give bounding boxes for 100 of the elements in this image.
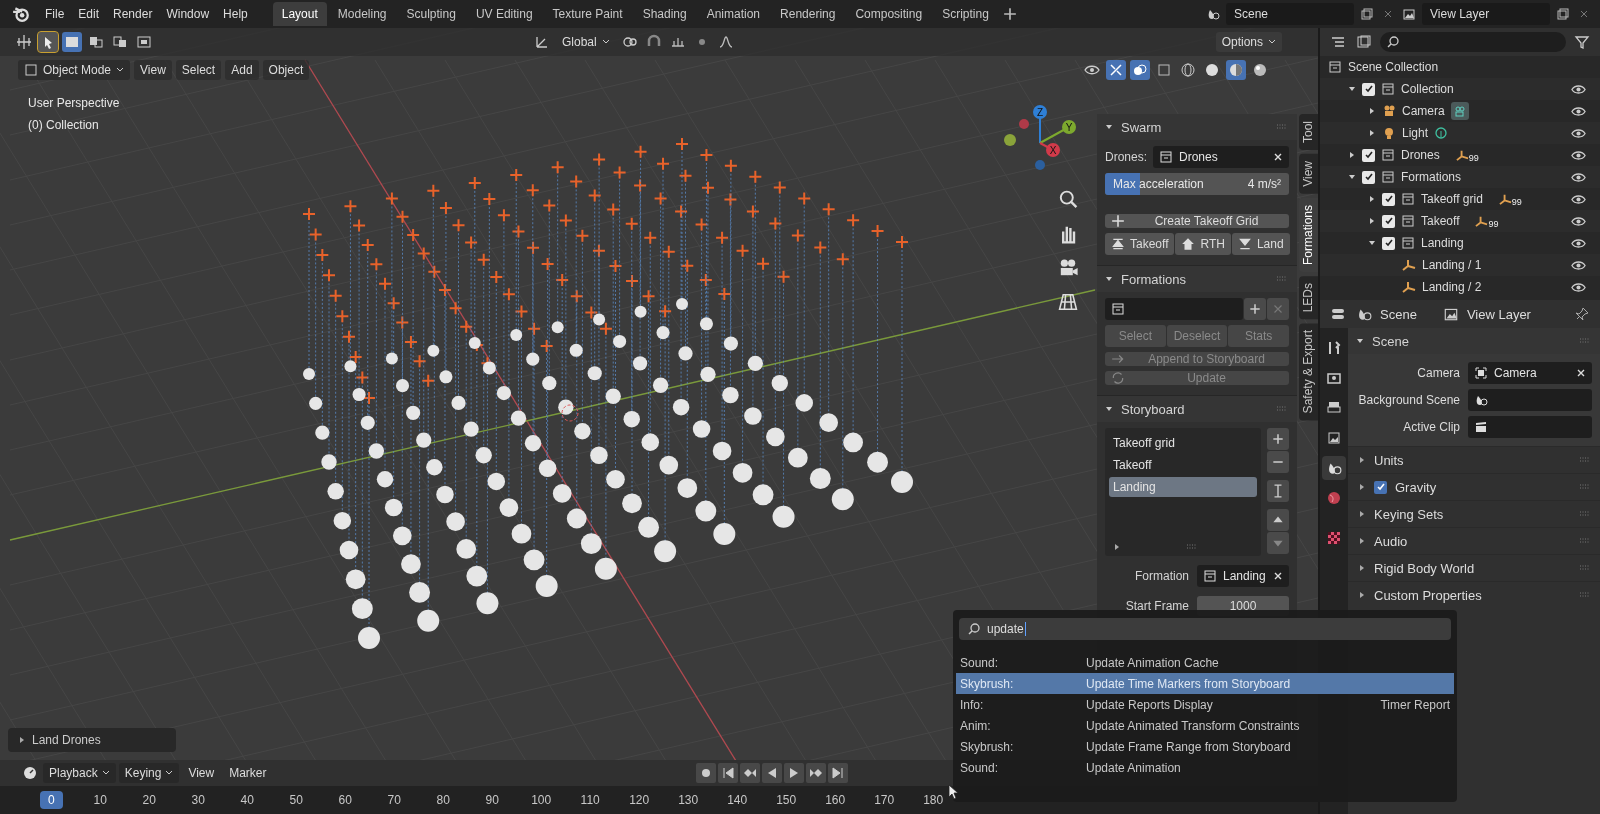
resize-handle-icon[interactable] — [1185, 544, 1199, 550]
play-reverse-icon[interactable] — [761, 763, 782, 783]
drag-handle-icon[interactable] — [1578, 484, 1592, 490]
outliner-item-label[interactable]: Landing — [1421, 236, 1464, 250]
search-result[interactable]: Info: Update Reports Display Timer Report — [956, 694, 1454, 715]
subpanel-title[interactable]: Rigid Body World — [1374, 560, 1475, 576]
expand-arrow-icon[interactable] — [1105, 405, 1113, 413]
add-workspace-icon[interactable] — [1002, 7, 1017, 21]
checkbox[interactable] — [1374, 480, 1387, 494]
menu-item[interactable]: File — [38, 4, 72, 24]
property-field[interactable] — [1468, 416, 1592, 438]
transform-tool-icon[interactable] — [14, 32, 34, 52]
sidebar-tab[interactable]: Tool — [1299, 114, 1318, 150]
expand-arrow-icon[interactable] — [1358, 483, 1366, 491]
subpanel-title[interactable]: Units — [1374, 452, 1404, 468]
menu-item[interactable]: Edit — [71, 4, 107, 24]
checkbox[interactable] — [1362, 82, 1375, 96]
sidebar-tab[interactable]: Safety & Export — [1299, 323, 1318, 421]
outliner-item-label[interactable]: Light — [1402, 126, 1429, 140]
timeline-menu[interactable]: Keying — [118, 763, 180, 783]
expand-arrow-icon[interactable] — [1358, 564, 1366, 572]
expand-arrow-icon[interactable] — [1348, 151, 1356, 159]
swarm-action-button[interactable]: Takeoff — [1105, 233, 1175, 255]
expand-arrow-icon[interactable] — [1368, 195, 1376, 203]
wireframe-shading-icon[interactable] — [1178, 60, 1198, 80]
checkbox[interactable] — [1382, 236, 1395, 250]
workspace-tab[interactable]: Layout — [272, 2, 327, 26]
move-down-icon[interactable] — [1267, 532, 1289, 554]
navigation-gizmo[interactable]: Z Y X — [995, 98, 1085, 188]
sidebar-tab[interactable]: LEDs — [1299, 275, 1318, 320]
close-icon[interactable] — [1383, 9, 1393, 19]
drag-handle-icon[interactable] — [1275, 124, 1289, 130]
workspace-tab[interactable]: Rendering — [771, 2, 845, 26]
property-field[interactable]: Camera — [1468, 362, 1592, 384]
clear-icon[interactable] — [1576, 368, 1586, 378]
search-field[interactable]: update — [959, 618, 1451, 640]
outliner-item-label[interactable]: Scene Collection — [1348, 60, 1439, 74]
drag-handle-icon[interactable] — [1578, 457, 1592, 463]
copy-icon[interactable] — [1360, 7, 1374, 21]
expand-arrow-icon[interactable] — [1348, 85, 1356, 93]
workspace-tab[interactable]: Compositing — [846, 2, 932, 26]
formation-field[interactable]: Landing — [1197, 565, 1289, 587]
expand-arrow-icon[interactable] — [1368, 239, 1376, 247]
storyboard-item[interactable]: Landing — [1109, 477, 1257, 497]
formation-selector-field[interactable] — [1105, 298, 1243, 320]
expand-arrow-icon[interactable] — [1358, 591, 1366, 599]
drag-handle-icon[interactable] — [1275, 276, 1289, 282]
workspace-tab[interactable]: Animation — [697, 2, 770, 26]
remove-icon[interactable] — [1267, 451, 1289, 473]
outliner-item-label[interactable]: Takeoff — [1421, 214, 1460, 228]
menu-item[interactable]: Window — [159, 4, 217, 24]
scene-icon[interactable] — [1322, 456, 1346, 480]
clear-icon[interactable] — [1273, 571, 1283, 581]
expand-arrow-icon[interactable] — [1368, 129, 1376, 137]
storyboard-item[interactable]: Takeoff — [1109, 455, 1257, 475]
mode-dropdown[interactable]: Object Mode — [18, 60, 131, 80]
orientation-dropdown[interactable]: Global — [556, 32, 616, 52]
gizmo-toggle-icon[interactable] — [1106, 60, 1126, 80]
viewport-menu[interactable]: View — [134, 60, 172, 80]
checkbox[interactable] — [1362, 148, 1375, 162]
drag-handle-icon[interactable] — [1578, 592, 1592, 598]
workspace-tab[interactable]: Modeling — [328, 2, 396, 26]
light-data-icon[interactable] — [1434, 126, 1449, 140]
search-result[interactable]: Sound: Update Animation Cache — [956, 652, 1454, 673]
select-box-icon[interactable] — [62, 32, 82, 52]
previous-keyframe-icon[interactable] — [739, 763, 760, 783]
create-takeoff-grid-button[interactable]: Create Takeoff Grid — [1105, 214, 1289, 228]
swarm-action-button[interactable]: RTH — [1175, 233, 1231, 255]
material-shading-icon[interactable] — [1226, 60, 1246, 80]
expand-arrow-icon[interactable] — [1356, 337, 1364, 345]
viewport-menu[interactable]: Add — [225, 60, 259, 80]
workspace-tab[interactable]: Sculpting — [397, 2, 465, 26]
jump-end-icon[interactable] — [827, 763, 848, 783]
overlay-toggle-icon[interactable] — [1130, 60, 1150, 80]
search-field[interactable] — [1380, 32, 1566, 52]
outliner-item-label[interactable]: Camera — [1402, 104, 1445, 118]
breadcrumb-label[interactable]: Scene — [1380, 306, 1417, 322]
property-field[interactable] — [1468, 389, 1592, 411]
menu-item[interactable]: Help — [216, 4, 255, 24]
checkbox[interactable] — [1382, 192, 1395, 206]
expand-arrow-icon[interactable] — [1368, 107, 1376, 115]
outliner-item-label[interactable]: Landing / 2 — [1422, 280, 1482, 294]
search-result[interactable]: Skybrush: Update Time Markers from Storyboard — [956, 673, 1454, 694]
search-result[interactable]: Skybrush: Update Frame Range from Storyboard — [956, 736, 1454, 757]
drag-handle-icon[interactable] — [1578, 565, 1592, 571]
checkbox[interactable] — [1382, 214, 1395, 228]
subpanel-title[interactable]: Keying Sets — [1374, 506, 1444, 522]
expand-arrow-icon[interactable] — [1358, 510, 1366, 518]
options-dropdown[interactable]: Options — [1215, 32, 1282, 52]
record-icon[interactable] — [695, 763, 716, 783]
outliner-item-label[interactable]: Takeoff grid — [1421, 192, 1483, 206]
timeline-menu[interactable]: Marker — [223, 763, 273, 783]
clear-icon[interactable] — [1273, 152, 1283, 162]
search-result[interactable]: Anim: Update Animated Transform Constraints — [956, 715, 1454, 736]
expand-arrow-icon[interactable] — [1105, 123, 1113, 131]
expand-arrow-icon[interactable] — [1105, 275, 1113, 283]
drag-handle-icon[interactable] — [1578, 338, 1592, 344]
expand-arrow-icon[interactable] — [1113, 543, 1121, 551]
collection-field[interactable]: Drones — [1153, 146, 1289, 168]
move-up-icon[interactable] — [1267, 509, 1289, 531]
